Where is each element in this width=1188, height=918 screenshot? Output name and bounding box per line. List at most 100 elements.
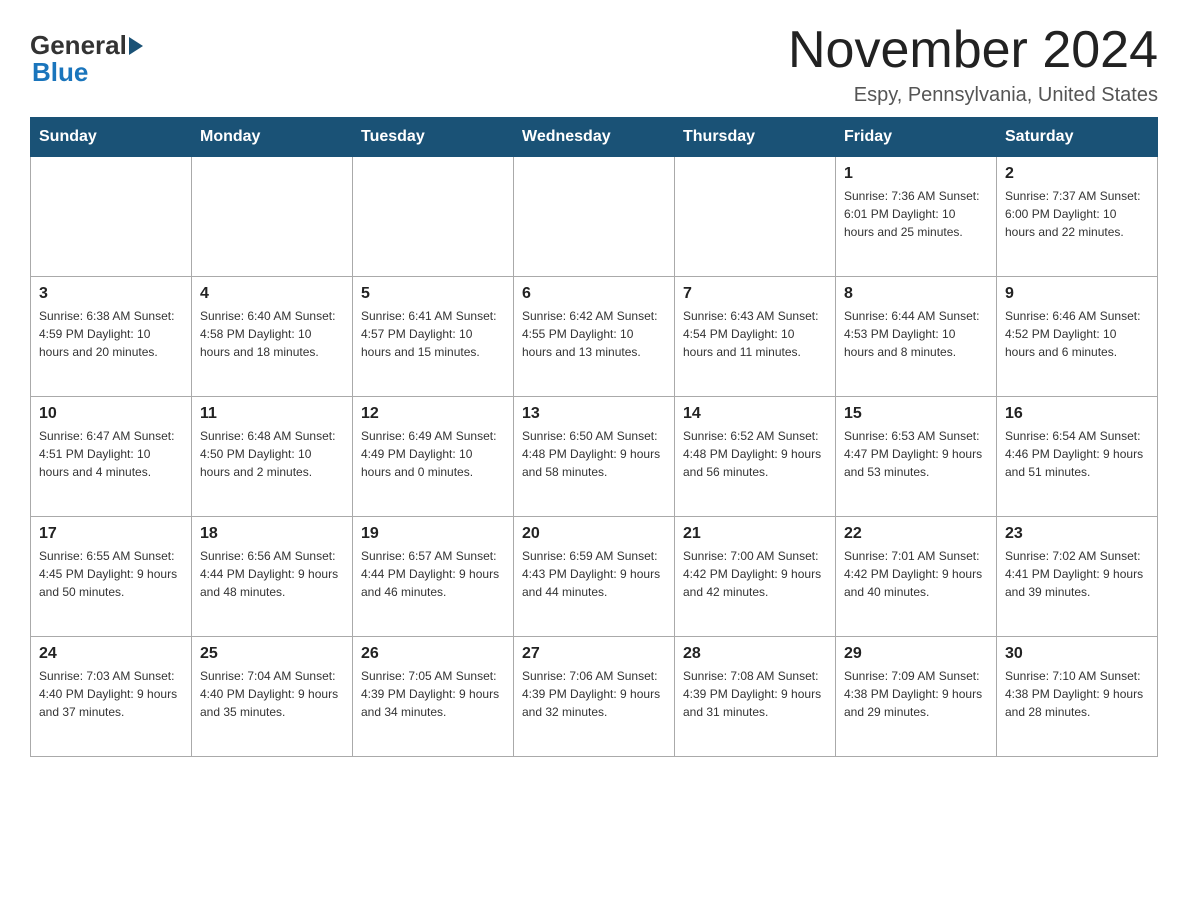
day-info: Sunrise: 6:42 AM Sunset: 4:55 PM Dayligh…	[522, 307, 666, 361]
calendar-cell: 1Sunrise: 7:36 AM Sunset: 6:01 PM Daylig…	[836, 157, 997, 277]
logo-blue-text: Blue	[32, 57, 88, 88]
weekday-header-saturday: Saturday	[997, 118, 1158, 157]
calendar-cell: 28 Sunrise: 7:08 AM Sunset: 4:39 PM Dayli…	[675, 637, 836, 757]
calendar-cell: 4Sunrise: 6:40 AM Sunset: 4:58 PM Daylig…	[192, 277, 353, 397]
calendar-subtitle: Espy, Pennsylvania, United States	[788, 84, 1158, 107]
day-info: Sunrise: 6:43 AM Sunset: 4:54 PM Dayligh…	[683, 307, 827, 361]
day-number: 17	[39, 525, 183, 543]
calendar-body: 1Sunrise: 7:36 AM Sunset: 6:01 PM Daylig…	[31, 157, 1158, 757]
weekday-header-tuesday: Tuesday	[353, 118, 514, 157]
calendar-cell: 12 Sunrise: 6:49 AM Sunset: 4:49 PM Dayli…	[353, 397, 514, 517]
day-number: 6	[522, 285, 666, 303]
day-info: Sunrise: 6:38 AM Sunset: 4:59 PM Dayligh…	[39, 307, 183, 361]
day-info: Sunrise: 7:09 AM Sunset: 4:38 PM Dayligh…	[844, 667, 988, 721]
day-number: 19	[361, 525, 505, 543]
day-number: 14	[683, 405, 827, 423]
calendar-cell: 18Sunrise: 6:56 AM Sunset: 4:44 PM Dayli…	[192, 517, 353, 637]
day-number: 11	[200, 405, 344, 423]
day-info: Sunrise: 6:52 AM Sunset: 4:48 PM Dayligh…	[683, 427, 827, 481]
calendar-cell: 14 Sunrise: 6:52 AM Sunset: 4:48 PM Dayli…	[675, 397, 836, 517]
day-info: Sunrise: 6:53 AM Sunset: 4:47 PM Dayligh…	[844, 427, 988, 481]
calendar-cell: 5Sunrise: 6:41 AM Sunset: 4:57 PM Daylig…	[353, 277, 514, 397]
day-info: Sunrise: 7:05 AM Sunset: 4:39 PM Dayligh…	[361, 667, 505, 721]
calendar-cell: 30 Sunrise: 7:10 AM Sunset: 4:38 PM Dayli…	[997, 637, 1158, 757]
day-number: 21	[683, 525, 827, 543]
day-number: 15	[844, 405, 988, 423]
day-info: Sunrise: 6:46 AM Sunset: 4:52 PM Dayligh…	[1005, 307, 1149, 361]
day-number: 26	[361, 645, 505, 663]
day-info: Sunrise: 7:03 AM Sunset: 4:40 PM Dayligh…	[39, 667, 183, 721]
day-number: 25	[200, 645, 344, 663]
day-info: Sunrise: 6:57 AM Sunset: 4:44 PM Dayligh…	[361, 547, 505, 601]
weekday-header-row: SundayMondayTuesdayWednesdayThursdayFrid…	[31, 118, 1158, 157]
day-info: Sunrise: 6:59 AM Sunset: 4:43 PM Dayligh…	[522, 547, 666, 601]
calendar-cell: 24Sunrise: 7:03 AM Sunset: 4:40 PM Dayli…	[31, 637, 192, 757]
calendar-cell: 19 Sunrise: 6:57 AM Sunset: 4:44 PM Dayli…	[353, 517, 514, 637]
day-number: 16	[1005, 405, 1149, 423]
day-info: Sunrise: 7:08 AM Sunset: 4:39 PM Dayligh…	[683, 667, 827, 721]
day-number: 29	[844, 645, 988, 663]
calendar-table: SundayMondayTuesdayWednesdayThursdayFrid…	[30, 117, 1158, 757]
day-number: 1	[844, 165, 988, 183]
day-number: 23	[1005, 525, 1149, 543]
calendar-cell: 7Sunrise: 6:43 AM Sunset: 4:54 PM Daylig…	[675, 277, 836, 397]
day-info: Sunrise: 6:49 AM Sunset: 4:49 PM Dayligh…	[361, 427, 505, 481]
day-info: Sunrise: 6:44 AM Sunset: 4:53 PM Dayligh…	[844, 307, 988, 361]
calendar-cell	[31, 157, 192, 277]
weekday-header-wednesday: Wednesday	[514, 118, 675, 157]
title-section: November 2024 Espy, Pennsylvania, United…	[788, 20, 1158, 107]
calendar-cell: 9 Sunrise: 6:46 AM Sunset: 4:52 PM Daylig…	[997, 277, 1158, 397]
calendar-cell	[353, 157, 514, 277]
day-number: 20	[522, 525, 666, 543]
calendar-cell: 3 Sunrise: 6:38 AM Sunset: 4:59 PM Daylig…	[31, 277, 192, 397]
calendar-cell: 15 Sunrise: 6:53 AM Sunset: 4:47 PM Dayli…	[836, 397, 997, 517]
day-number: 30	[1005, 645, 1149, 663]
day-info: Sunrise: 7:01 AM Sunset: 4:42 PM Dayligh…	[844, 547, 988, 601]
weekday-header-friday: Friday	[836, 118, 997, 157]
day-info: Sunrise: 6:55 AM Sunset: 4:45 PM Dayligh…	[39, 547, 183, 601]
calendar-week-row: 10Sunrise: 6:47 AM Sunset: 4:51 PM Dayli…	[31, 397, 1158, 517]
day-number: 13	[522, 405, 666, 423]
calendar-title: November 2024	[788, 20, 1158, 80]
calendar-week-row: 17 Sunrise: 6:55 AM Sunset: 4:45 PM Dayli…	[31, 517, 1158, 637]
day-number: 18	[200, 525, 344, 543]
day-number: 8	[844, 285, 988, 303]
weekday-header-thursday: Thursday	[675, 118, 836, 157]
calendar-cell: 6 Sunrise: 6:42 AM Sunset: 4:55 PM Daylig…	[514, 277, 675, 397]
day-number: 5	[361, 285, 505, 303]
weekday-header-monday: Monday	[192, 118, 353, 157]
day-info: Sunrise: 7:02 AM Sunset: 4:41 PM Dayligh…	[1005, 547, 1149, 601]
logo-arrow-icon	[129, 37, 143, 55]
calendar-cell	[514, 157, 675, 277]
calendar-cell	[675, 157, 836, 277]
day-number: 22	[844, 525, 988, 543]
calendar-cell: 21 Sunrise: 7:00 AM Sunset: 4:42 PM Dayli…	[675, 517, 836, 637]
weekday-header-sunday: Sunday	[31, 118, 192, 157]
day-info: Sunrise: 6:50 AM Sunset: 4:48 PM Dayligh…	[522, 427, 666, 481]
calendar-cell: 16 Sunrise: 6:54 AM Sunset: 4:46 PM Dayli…	[997, 397, 1158, 517]
day-number: 28	[683, 645, 827, 663]
calendar-cell: 10Sunrise: 6:47 AM Sunset: 4:51 PM Dayli…	[31, 397, 192, 517]
day-info: Sunrise: 6:47 AM Sunset: 4:51 PM Dayligh…	[39, 427, 183, 481]
calendar-cell: 17 Sunrise: 6:55 AM Sunset: 4:45 PM Dayli…	[31, 517, 192, 637]
calendar-cell: 23 Sunrise: 7:02 AM Sunset: 4:41 PM Dayli…	[997, 517, 1158, 637]
calendar-week-row: 24Sunrise: 7:03 AM Sunset: 4:40 PM Dayli…	[31, 637, 1158, 757]
day-number: 3	[39, 285, 183, 303]
calendar-cell: 26 Sunrise: 7:05 AM Sunset: 4:39 PM Dayli…	[353, 637, 514, 757]
day-number: 12	[361, 405, 505, 423]
day-info: Sunrise: 6:48 AM Sunset: 4:50 PM Dayligh…	[200, 427, 344, 481]
day-number: 9	[1005, 285, 1149, 303]
day-info: Sunrise: 7:00 AM Sunset: 4:42 PM Dayligh…	[683, 547, 827, 601]
day-info: Sunrise: 7:10 AM Sunset: 4:38 PM Dayligh…	[1005, 667, 1149, 721]
calendar-week-row: 3 Sunrise: 6:38 AM Sunset: 4:59 PM Daylig…	[31, 277, 1158, 397]
calendar-cell: 25 Sunrise: 7:04 AM Sunset: 4:40 PM Dayli…	[192, 637, 353, 757]
calendar-cell: 27 Sunrise: 7:06 AM Sunset: 4:39 PM Dayli…	[514, 637, 675, 757]
calendar-cell: 20 Sunrise: 6:59 AM Sunset: 4:43 PM Dayli…	[514, 517, 675, 637]
day-info: Sunrise: 6:54 AM Sunset: 4:46 PM Dayligh…	[1005, 427, 1149, 481]
calendar-week-row: 1Sunrise: 7:36 AM Sunset: 6:01 PM Daylig…	[31, 157, 1158, 277]
day-number: 27	[522, 645, 666, 663]
day-info: Sunrise: 7:04 AM Sunset: 4:40 PM Dayligh…	[200, 667, 344, 721]
day-info: Sunrise: 7:06 AM Sunset: 4:39 PM Dayligh…	[522, 667, 666, 721]
calendar-cell: 8 Sunrise: 6:44 AM Sunset: 4:53 PM Daylig…	[836, 277, 997, 397]
calendar-cell: 22 Sunrise: 7:01 AM Sunset: 4:42 PM Dayli…	[836, 517, 997, 637]
